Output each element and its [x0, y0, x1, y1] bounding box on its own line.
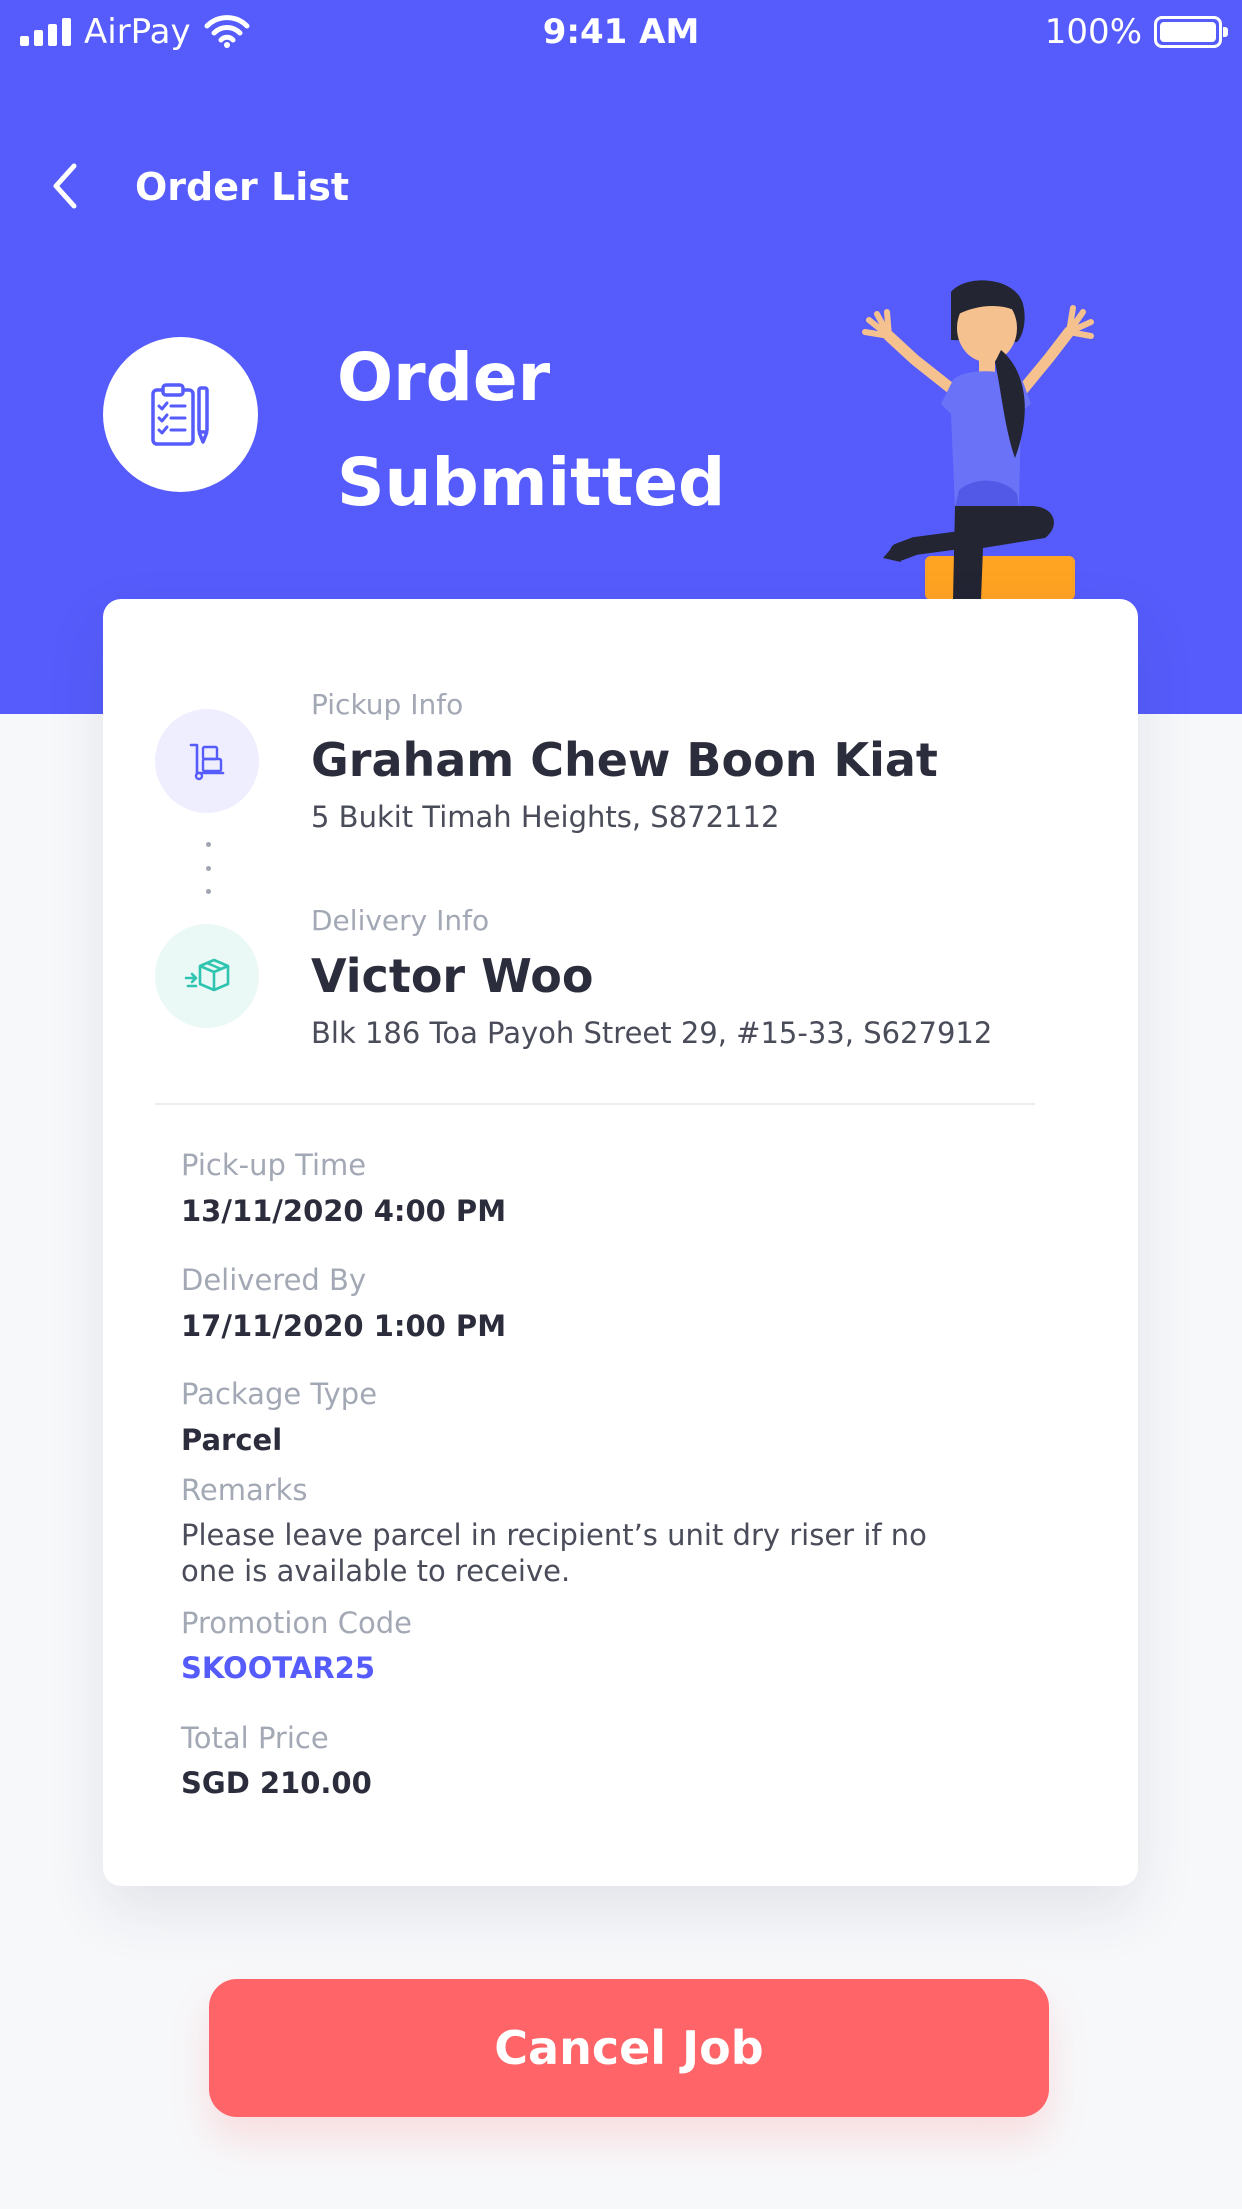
delivery-address: Blk 186 Toa Payoh Street 29, #15-33, S62… — [311, 1016, 993, 1050]
battery-percentage: 100% — [1044, 12, 1142, 52]
delivered-by-label: Delivered By — [181, 1263, 367, 1297]
package-delivery-icon — [184, 958, 230, 992]
route-connector — [205, 842, 211, 894]
total-price-value: SGD 210.00 — [181, 1766, 372, 1800]
divider — [155, 1103, 1035, 1105]
hand-truck-icon — [189, 743, 225, 781]
pickup-label: Pickup Info — [311, 688, 464, 721]
delivery-icon-badge — [155, 924, 259, 1028]
celebrating-woman-illustration — [862, 280, 1094, 600]
delivered-by-value: 17/11/2020 1:00 PM — [181, 1309, 507, 1343]
promo-code-label: Promotion Code — [181, 1606, 413, 1640]
nav-title[interactable]: Order List — [135, 165, 349, 209]
package-type-value: Parcel — [181, 1423, 283, 1457]
chevron-left-icon — [53, 163, 77, 209]
page-title: Order Submitted — [337, 339, 726, 521]
package-type-label: Package Type — [181, 1377, 378, 1411]
remarks-label: Remarks — [181, 1473, 308, 1507]
pickup-time-label: Pick-up Time — [181, 1148, 367, 1182]
clipboard-checklist-icon — [150, 382, 209, 446]
delivery-label: Delivery Info — [311, 904, 490, 937]
pickup-icon-badge — [155, 709, 259, 813]
order-details-card: Pickup Info Graham Chew Boon Kiat 5 Buki… — [103, 599, 1138, 1886]
pickup-time-value: 13/11/2020 4:00 PM — [181, 1194, 507, 1228]
pickup-name: Graham Chew Boon Kiat — [311, 733, 938, 787]
cancel-job-button[interactable]: Cancel Job — [209, 1979, 1049, 2117]
back-button[interactable] — [44, 158, 88, 214]
total-price-label: Total Price — [181, 1721, 329, 1755]
promo-code-value: SKOOTAR25 — [181, 1651, 376, 1685]
delivery-name: Victor Woo — [311, 949, 594, 1003]
pickup-address: 5 Bukit Timah Heights, S872112 — [311, 800, 780, 834]
battery-icon — [1154, 16, 1228, 48]
remarks-value: Please leave parcel in recipient’s unit … — [181, 1518, 927, 1588]
status-bar: AirPay 9:41 AM 100% — [0, 0, 1242, 64]
order-status-badge — [103, 337, 258, 492]
